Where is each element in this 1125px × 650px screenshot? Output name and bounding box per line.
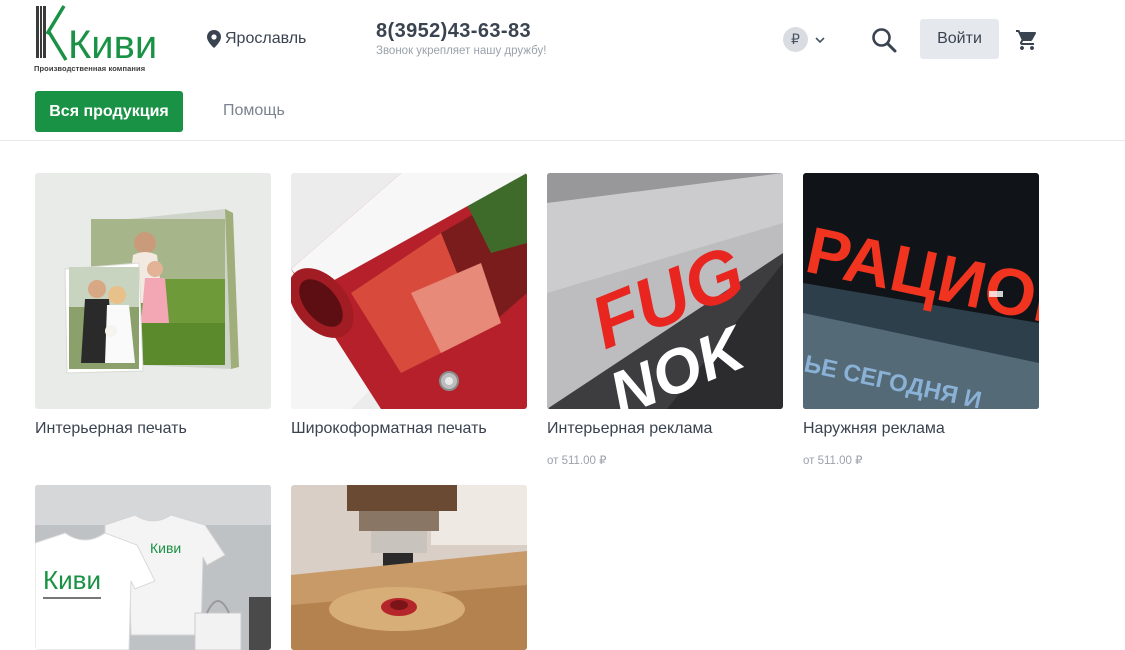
svg-text:Киви: Киви (43, 565, 101, 595)
help-link[interactable]: Помощь (223, 102, 285, 120)
svg-text:Киви: Киви (68, 23, 156, 64)
tshirt-image: Киви Киви (35, 485, 271, 650)
currency-selector[interactable]: ₽ (783, 27, 826, 52)
phone-number[interactable]: 8(3952)43-63-83 (376, 20, 546, 43)
search-icon (872, 28, 897, 53)
product-title[interactable]: Интерьерная печать (35, 420, 271, 438)
ruble-icon: ₽ (783, 27, 808, 52)
product-title[interactable]: Наружняя реклама (803, 420, 1039, 438)
site-header: Киви Производственная компания Ярославль… (0, 0, 1125, 141)
phone-slogan: Звонок укрепляет нашу дружбу! (376, 45, 547, 57)
product-card[interactable]: РАЦИОН ЬЕ СЕГОДНЯ И Наружняя реклама от … (803, 173, 1039, 467)
banner-roll-image (291, 173, 527, 409)
logo-tagline: Производственная компания (34, 64, 146, 73)
search-button[interactable] (868, 24, 900, 56)
product-image[interactable] (291, 173, 527, 409)
city-selector[interactable]: Ярославль (207, 30, 306, 48)
logo-mark: Киви (36, 5, 157, 67)
cnc-milling-image (291, 485, 527, 650)
chevron-down-icon (815, 36, 825, 43)
product-card[interactable] (291, 485, 527, 650)
map-pin-icon (207, 30, 221, 48)
product-image[interactable] (291, 485, 527, 650)
product-card[interactable]: Интерьерная печать (35, 173, 271, 438)
outdoor-signage-image: РАЦИОН ЬЕ СЕГОДНЯ И (803, 173, 1039, 409)
product-image[interactable] (35, 173, 271, 409)
city-label: Ярославль (225, 30, 307, 47)
indoor-signage-image: FUG NOK (547, 173, 783, 409)
product-title[interactable]: Широкоформатная печать (291, 420, 527, 438)
all-products-button[interactable]: Вся продукция (35, 91, 183, 132)
product-image[interactable]: РАЦИОН ЬЕ СЕГОДНЯ И (803, 173, 1039, 409)
canvas-photo-image (35, 173, 271, 409)
company-logo[interactable]: Киви Производственная компания (34, 4, 157, 76)
product-title[interactable]: Интерьерная реклама (547, 420, 783, 438)
product-price: от 511.00 ₽ (803, 455, 863, 467)
login-button[interactable]: Войти (920, 19, 999, 59)
product-card[interactable]: Широкоформатная печать (291, 173, 527, 438)
phone-block: 8(3952)43-63-83 Звонок укрепляет нашу др… (376, 20, 546, 57)
cart-button[interactable] (1013, 26, 1041, 54)
cart-icon (1016, 30, 1037, 50)
product-price: от 511.00 ₽ (547, 455, 607, 467)
product-image[interactable]: FUG NOK (547, 173, 783, 409)
product-card[interactable]: Киви Киви (35, 485, 271, 650)
product-image[interactable]: Киви Киви (35, 485, 271, 650)
svg-text:Киви: Киви (150, 540, 181, 556)
product-card[interactable]: FUG NOK Интерьерная реклама от 511.00 ₽ (547, 173, 783, 467)
